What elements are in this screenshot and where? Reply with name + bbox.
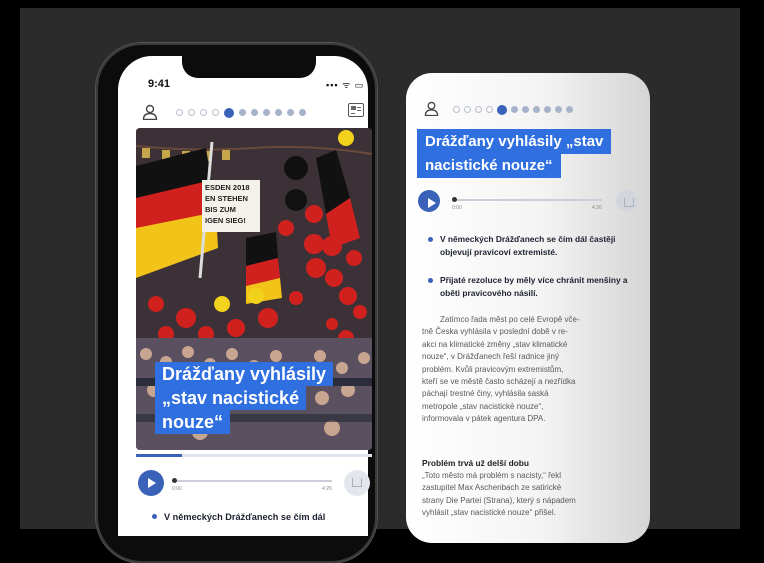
pagination-dot[interactable]	[239, 109, 246, 116]
pagination-dot[interactable]	[555, 106, 562, 113]
body-line: informovala v pátek agentura DPA.	[422, 414, 546, 424]
phone-notch	[182, 56, 316, 78]
play-button[interactable]	[418, 190, 440, 212]
card-headline: Drážďany vyhlásily „stav nacistické nouz…	[417, 129, 612, 178]
article-body: Zatímco řada měst po celé Evropě vče- tn…	[422, 314, 638, 426]
body-line: akci na klimatické změny „stav klimatick…	[422, 339, 568, 349]
pagination-dot[interactable]	[511, 106, 518, 113]
audio-time-end: 4:26	[592, 205, 602, 211]
sign-line: ESDEN 2018	[205, 183, 250, 192]
article-quote: „Toto město má problém s nacisty,“ řekl …	[422, 470, 638, 520]
body-line: kteří se ve městě často scházejí a nezří…	[422, 377, 576, 387]
pagination-dot[interactable]	[287, 109, 294, 116]
sign-line: EN STEHEN	[205, 194, 248, 203]
pagination-dot[interactable]	[275, 109, 282, 116]
summary-bullet: Přijaté rezoluce by měly více chránit me…	[428, 274, 640, 300]
pagination-dot[interactable]	[200, 109, 207, 116]
body-line: nouze“, v Drážďanech řeší radnice jiný	[422, 352, 559, 362]
profile-icon[interactable]	[142, 104, 158, 120]
audio-time-end: 4:26	[322, 486, 332, 492]
share-button[interactable]	[344, 470, 370, 496]
audio-time-start: 0:00	[172, 486, 182, 492]
pagination-dot[interactable]	[224, 107, 234, 118]
play-button[interactable]	[138, 470, 164, 496]
headline-line: nacistické nouze“	[417, 153, 561, 178]
body-line: problém. Kvůli pravicovým extremistům,	[422, 364, 564, 374]
pagination-dot[interactable]	[453, 106, 460, 113]
pagination-dot[interactable]	[566, 106, 573, 113]
reading-progress	[136, 454, 372, 457]
body-line: páchají trestné činy, vyhlásila saská	[422, 389, 549, 399]
status-icons: ▪▪▪ ᯤ ▭	[326, 80, 365, 90]
quote-line: zastupitel Max Aschenbach ze satirické	[422, 483, 562, 493]
pagination-dots[interactable]	[176, 107, 306, 118]
quote-line: vyhlásit „stav nacistické nouze“ přišel.	[422, 508, 556, 518]
pagination-dot[interactable]	[299, 109, 306, 116]
audio-knob[interactable]	[452, 197, 457, 202]
quote-line: „Toto město má problém s nacisty,“ řekl	[422, 471, 562, 480]
pagination-dot[interactable]	[544, 106, 551, 113]
section-subheading: Problém trvá už delší dobu	[422, 458, 530, 468]
pagination-dot[interactable]	[212, 109, 219, 116]
sign-line: IGEN SIEG!	[205, 216, 246, 225]
article-headline: Drážďany vyhlásily „stav nacistické nouz…	[155, 362, 334, 434]
headline-line: „stav nacistické	[155, 386, 307, 410]
pagination-dot[interactable]	[475, 106, 482, 113]
summary-bullet: V německých Drážďanech se čím dál	[152, 510, 374, 524]
pagination-dots[interactable]	[453, 104, 573, 115]
sign-line: BIS ZUM	[205, 205, 236, 214]
body-line: metropole „stav nacistické nouze“,	[422, 401, 544, 411]
pagination-dot[interactable]	[176, 109, 183, 116]
pagination-dot[interactable]	[486, 106, 493, 113]
audio-track[interactable]	[172, 480, 332, 482]
status-time: 9:41	[148, 78, 171, 90]
audio-track[interactable]	[452, 199, 602, 201]
pagination-dot[interactable]	[251, 109, 258, 116]
profile-icon[interactable]	[424, 101, 439, 116]
quote-line: strany Die Partei (Strana), který s nápa…	[422, 495, 576, 505]
pagination-dot[interactable]	[522, 106, 529, 113]
summary-bullet: V německých Drážďanech se čím dál častěj…	[428, 233, 640, 259]
headline-line: Drážďany vyhlásily „stav	[417, 129, 612, 154]
photo-sign: ESDEN 2018 EN STEHEN BIS ZUM IGEN SIEG!	[202, 180, 260, 232]
share-button[interactable]	[616, 190, 638, 212]
body-line: Zatímco řada měst po celé Evropě vče-	[440, 315, 580, 324]
headline-line: nouze“	[155, 410, 230, 434]
body-line: tně Česka vyhlásila v poslední době v re…	[422, 327, 568, 337]
pagination-dot[interactable]	[533, 106, 540, 113]
pagination-dot[interactable]	[188, 109, 195, 116]
pagination-dot[interactable]	[497, 104, 507, 115]
audio-knob[interactable]	[172, 478, 177, 483]
headline-line: Drážďany vyhlásily	[155, 362, 334, 386]
audio-time-start: 0:00	[452, 205, 462, 211]
pagination-dot[interactable]	[464, 106, 471, 113]
pagination-dot[interactable]	[263, 109, 270, 116]
newspaper-icon[interactable]	[348, 103, 364, 117]
